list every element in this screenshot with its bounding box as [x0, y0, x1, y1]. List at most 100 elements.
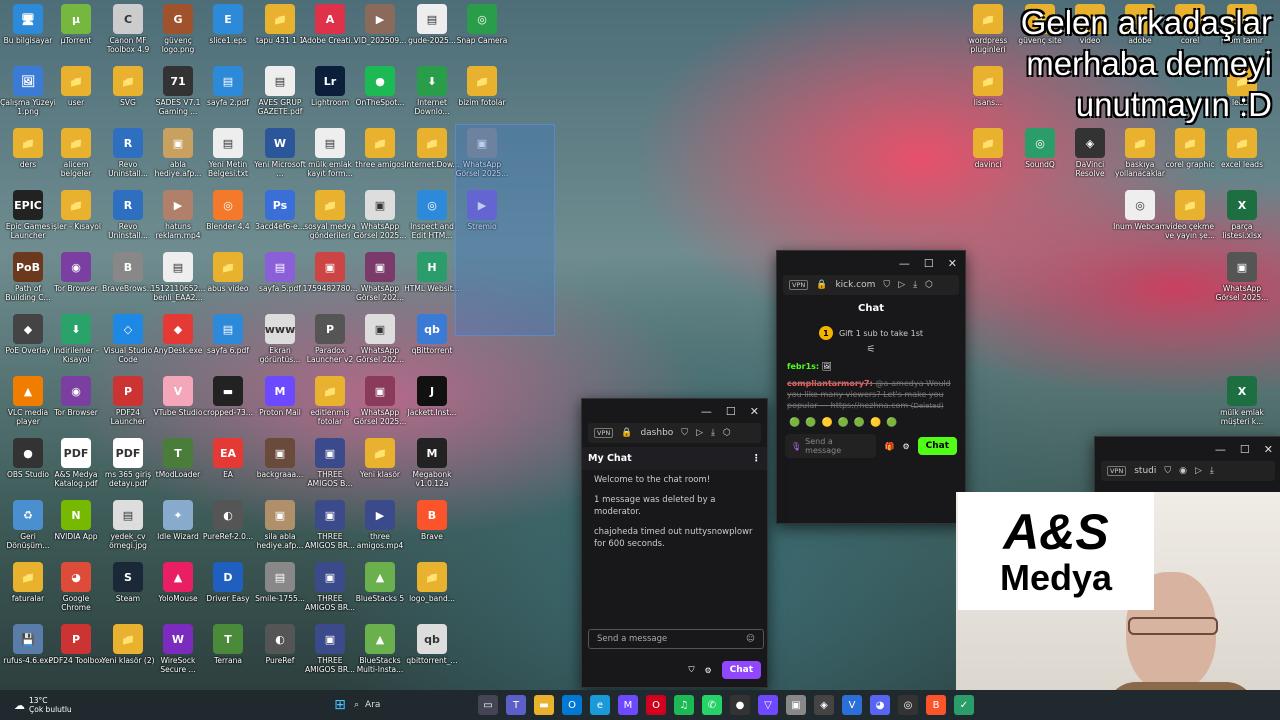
desktop-icon[interactable]: ▣ THREE AMIGOS BR...: [302, 500, 358, 550]
url-text[interactable]: studi: [1134, 466, 1156, 476]
maximize-icon[interactable]: ☐: [726, 405, 736, 418]
spotify-icon[interactable]: ♫: [674, 695, 694, 715]
desktop-icon[interactable]: ◎ SoundQ: [1012, 128, 1068, 169]
desktop-icon[interactable]: ▣ sila abla hediye.afp...: [252, 500, 308, 550]
filter-icon[interactable]: ⚟: [777, 344, 965, 355]
desktop-icon[interactable]: ● OnTheSpot...: [352, 66, 408, 107]
teams-icon[interactable]: T: [506, 695, 526, 715]
vpn-shield-icon[interactable]: V: [842, 695, 862, 715]
desktop-icon[interactable]: ◐ PureRef-2.0...: [200, 500, 256, 541]
desktop-icon[interactable]: EA EA: [200, 438, 256, 479]
download-icon[interactable]: ⤓: [1210, 466, 1214, 476]
chat-send-button[interactable]: Chat: [721, 661, 761, 679]
desktop-icon[interactable]: PDF A&S Medya Katalog.pdf: [48, 438, 104, 488]
desktop-icon[interactable]: 📁 excel leads: [1214, 128, 1270, 169]
desktop-icon[interactable]: ▤ sayfa 6.pdf: [200, 314, 256, 355]
desktop-icon[interactable]: ▤ Yeni Metin Belgesi.txt: [200, 128, 256, 178]
desktop-icon[interactable]: ◎ Inspect and Edit HTM...: [404, 190, 460, 240]
desktop-icon[interactable]: 📁 user: [48, 66, 104, 107]
vpn-badge[interactable]: VPN: [594, 428, 614, 438]
desktop-icon[interactable]: 📁 SVG: [100, 66, 156, 107]
desktop-icon[interactable]: ⬇ İndirilenler - Kısayol: [48, 314, 104, 364]
desktop-icon[interactable]: ▤ sayfa 5.pdf: [252, 252, 308, 293]
desktop-icon[interactable]: TtModLoader: [150, 438, 206, 479]
minimize-icon[interactable]: —: [1215, 443, 1226, 456]
maximize-icon[interactable]: ☐: [1240, 443, 1250, 456]
proton-vpn-icon[interactable]: ▽: [758, 695, 778, 715]
proton-mail-icon[interactable]: M: [618, 695, 638, 715]
url-text[interactable]: kick.com: [835, 280, 875, 290]
desktop-icon[interactable]: ▶ hatuns reklam.mp4: [150, 190, 206, 240]
desktop-icon[interactable]: ▤ gude-2025...: [404, 4, 460, 45]
shield-icon[interactable]: ⛉: [688, 665, 694, 675]
desktop-icon[interactable]: Ps 3acd4ef6-e...: [252, 190, 308, 231]
desktop-icon[interactable]: C Canon MF Toolbox 4.9: [100, 4, 156, 54]
mic-icon[interactable]: 🎙: [791, 442, 801, 451]
chat-input[interactable]: Send a message ☺: [588, 629, 764, 649]
desktop-icon[interactable]: 📁 Internet.Dow...: [404, 128, 460, 169]
desktop-icon[interactable]: M Proton Mail: [252, 376, 308, 417]
desktop-icon[interactable]: W WireSock Secure ...: [150, 624, 206, 674]
more-options-icon[interactable]: ⋮: [752, 453, 762, 464]
task-view-icon[interactable]: ▭: [478, 695, 498, 715]
desktop-icon[interactable]: ▣ backgraaa...: [252, 438, 308, 479]
desktop-icon[interactable]: ⬇ Internet Downlo...: [404, 66, 460, 116]
desktop-icon[interactable]: 📁 işler - Kısayol: [48, 190, 104, 231]
desktop-icon[interactable]: Xparça listesi.xlsx: [1214, 190, 1270, 240]
desktop-icon[interactable]: B Brave: [404, 500, 460, 541]
desktop-icon[interactable]: R Revo Uninstall...: [100, 128, 156, 178]
chat-username[interactable]: compliantarmory7:: [787, 379, 873, 388]
desktop-icon[interactable]: ◇ Visual Studio Code: [100, 314, 156, 364]
emoji-icon[interactable]: ☺: [746, 634, 755, 644]
emote-icon[interactable]: 🟢: [789, 418, 800, 428]
outlook-icon[interactable]: O: [562, 695, 582, 715]
settings-icon[interactable]: ⚙: [902, 442, 909, 451]
desktop-icon[interactable]: ▲ BlueStacks Multi-Insta...: [352, 624, 408, 674]
extension-icon[interactable]: ⬡: [925, 280, 933, 290]
desktop-icon[interactable]: ▤ mülk emlak kayıt form...: [302, 128, 358, 178]
url-text[interactable]: dashbo: [640, 428, 673, 438]
desktop-icon[interactable]: ▣ THREE AMIGOS BR...: [302, 562, 358, 612]
chat-username[interactable]: febr1s:: [787, 362, 819, 371]
checkmark-app-icon[interactable]: ✓: [954, 695, 974, 715]
desktop-icon[interactable]: T Terrana: [200, 624, 256, 665]
desktop-icon[interactable]: ◈ DaVinci Resolve: [1062, 128, 1118, 178]
desktop-icon[interactable]: 📁 tapu 431 1 1: [252, 4, 308, 45]
photos-icon[interactable]: ▣: [786, 695, 806, 715]
vpn-badge[interactable]: VPN: [1107, 466, 1127, 476]
obs-studio-icon[interactable]: ◎: [898, 695, 918, 715]
desktop-icon[interactable]: J Jackett.Inst...: [404, 376, 460, 417]
desktop-icon[interactable]: 📁 baskıya yollanacaklar: [1112, 128, 1168, 178]
desktop-icon[interactable]: ▣ THREE AMIGOS B...: [302, 438, 358, 488]
desktop-icon[interactable]: 📁 abus video: [200, 252, 256, 293]
desktop-icon[interactable]: ▤ AVES GRUP GAZETE.pdf: [252, 66, 308, 116]
emote-icon[interactable]: 🟡: [870, 418, 881, 428]
emote-icon[interactable]: 🟢: [805, 418, 816, 428]
desktop-icon[interactable]: ◉ Tor Browser: [48, 252, 104, 293]
desktop-icon[interactable]: ◐ PureRef: [252, 624, 308, 665]
play-icon[interactable]: ▷: [1195, 466, 1202, 476]
desktop-icon[interactable]: ▲ BlueStacks 5: [352, 562, 408, 603]
shield-icon[interactable]: ⛉: [883, 280, 890, 290]
desktop-icon[interactable]: V VTube Studio: [150, 376, 206, 417]
desktop-icon[interactable]: ◎ Snap Camera: [454, 4, 510, 45]
desktop-icon[interactable]: ▣ WhatsApp Görsel 202...: [352, 314, 408, 364]
desktop-icon[interactable]: 📁 corel graphic: [1162, 128, 1218, 169]
settings-icon[interactable]: ⚙: [704, 666, 711, 675]
desktop-icon[interactable]: 71 SADES V7.1 Gaming ...: [150, 66, 206, 116]
vpn-badge[interactable]: VPN: [789, 280, 809, 290]
desktop-icon[interactable]: ▣ WhatsApp Görsel 2025...: [352, 190, 408, 240]
close-icon[interactable]: ✕: [1264, 443, 1273, 456]
desktop-icon[interactable]: 📁 Yeni klasör: [352, 438, 408, 479]
desktop-icon[interactable]: ▲ YoloMouse: [150, 562, 206, 603]
desktop-icon[interactable]: µ µTorrent: [48, 4, 104, 45]
maximize-icon[interactable]: ☐: [924, 257, 934, 270]
desktop-icon[interactable]: ▣ WhatsApp Görsel 2025...: [1214, 252, 1270, 302]
start-button[interactable]: ⊞: [330, 695, 350, 715]
desktop-icon[interactable]: PDF ms 365 giriş detayı.pdf: [100, 438, 156, 488]
emote-icon[interactable]: 🟢: [886, 418, 897, 428]
desktop-icon[interactable]: ◕ Google Chrome: [48, 562, 104, 612]
desktop-icon[interactable]: ▣ 1759482780...: [302, 252, 358, 293]
brave-icon[interactable]: B: [926, 695, 946, 715]
extension-icon[interactable]: ⬡: [723, 428, 731, 438]
